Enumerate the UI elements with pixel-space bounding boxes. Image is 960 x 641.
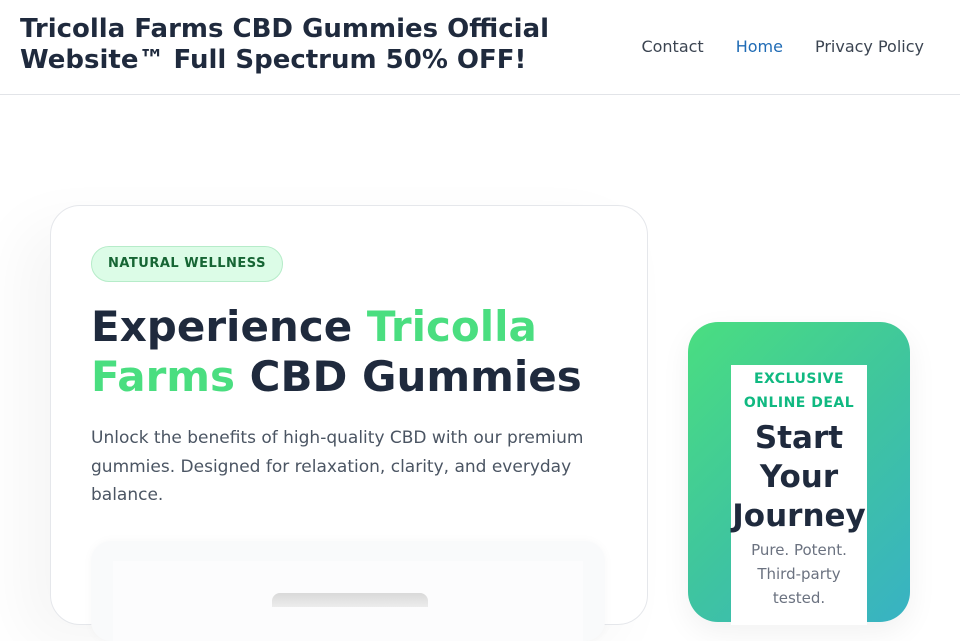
site-title[interactable]: Tricolla Farms CBD Gummies Official Webs… bbox=[20, 14, 580, 76]
main-nav: Contact Home Privacy Policy bbox=[641, 37, 924, 56]
headline-part-1: Experience bbox=[91, 302, 367, 351]
offer-eyebrow: EXCLUSIVE ONLINE DEAL bbox=[743, 371, 855, 411]
site-header: Tricolla Farms CBD Gummies Official Webs… bbox=[0, 0, 960, 95]
offer-title: Start Your Journey bbox=[732, 420, 866, 534]
hero-description: Unlock the benefits of high-quality CBD … bbox=[91, 428, 584, 505]
natural-wellness-badge: NATURAL WELLNESS bbox=[91, 246, 283, 282]
headline-part-2: CBD Gummies bbox=[235, 352, 582, 401]
hero-card: NATURAL WELLNESS Experience Tricolla Far… bbox=[50, 205, 648, 641]
offer-content: EXCLUSIVE ONLINE DEAL Start Your Journey… bbox=[731, 365, 867, 625]
gummies-jar-lid bbox=[272, 593, 428, 607]
nav-link-contact[interactable]: Contact bbox=[641, 37, 703, 56]
nav-link-privacy-policy[interactable]: Privacy Policy bbox=[815, 37, 924, 56]
hero-headline: Experience Tricolla Farms CBD Gummies bbox=[91, 302, 611, 402]
product-image-frame bbox=[91, 541, 605, 641]
product-image bbox=[113, 561, 583, 641]
offer-card: EXCLUSIVE ONLINE DEAL Start Your Journey… bbox=[688, 322, 910, 625]
offer-subtitle: Pure. Potent. Third-party tested. bbox=[751, 541, 847, 607]
nav-link-home[interactable]: Home bbox=[736, 37, 783, 56]
